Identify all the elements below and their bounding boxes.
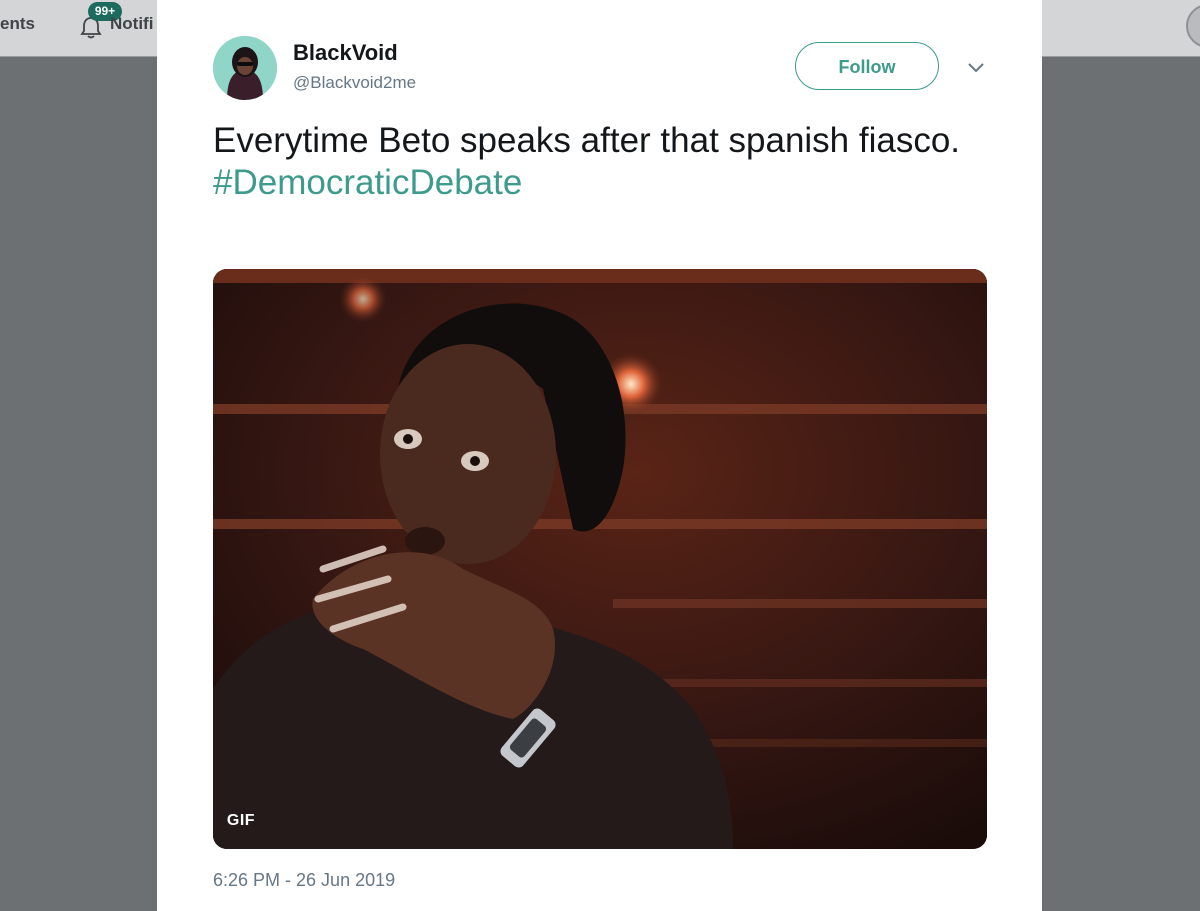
gif-image: [213, 269, 987, 849]
author-name[interactable]: BlackVoid: [293, 40, 398, 66]
profile-avatar-button[interactable]: [1186, 4, 1200, 48]
tweet-text: Everytime Beto speaks after that spanish…: [213, 120, 973, 204]
gif-badge: GIF: [226, 812, 256, 829]
chevron-down-icon[interactable]: [966, 60, 986, 74]
tweet-body: Everytime Beto speaks after that spanish…: [213, 121, 961, 160]
nav-moments-label: ents: [0, 14, 35, 33]
tweet-card: BlackVoid @Blackvoid2me Follow Everytime…: [157, 0, 1042, 911]
nav-notifications-label: Notifi: [110, 14, 154, 33]
avatar-image: [213, 36, 277, 100]
tweet-timestamp[interactable]: 6:26 PM - 26 Jun 2019: [213, 870, 395, 891]
tweet-gif-media[interactable]: GIF: [213, 269, 987, 849]
nav-moments[interactable]: ents: [0, 14, 35, 34]
follow-button[interactable]: Follow: [795, 42, 939, 90]
hashtag-link[interactable]: #DemocraticDebate: [213, 162, 973, 204]
author-handle[interactable]: @Blackvoid2me: [293, 73, 416, 93]
author-avatar[interactable]: [213, 36, 277, 100]
